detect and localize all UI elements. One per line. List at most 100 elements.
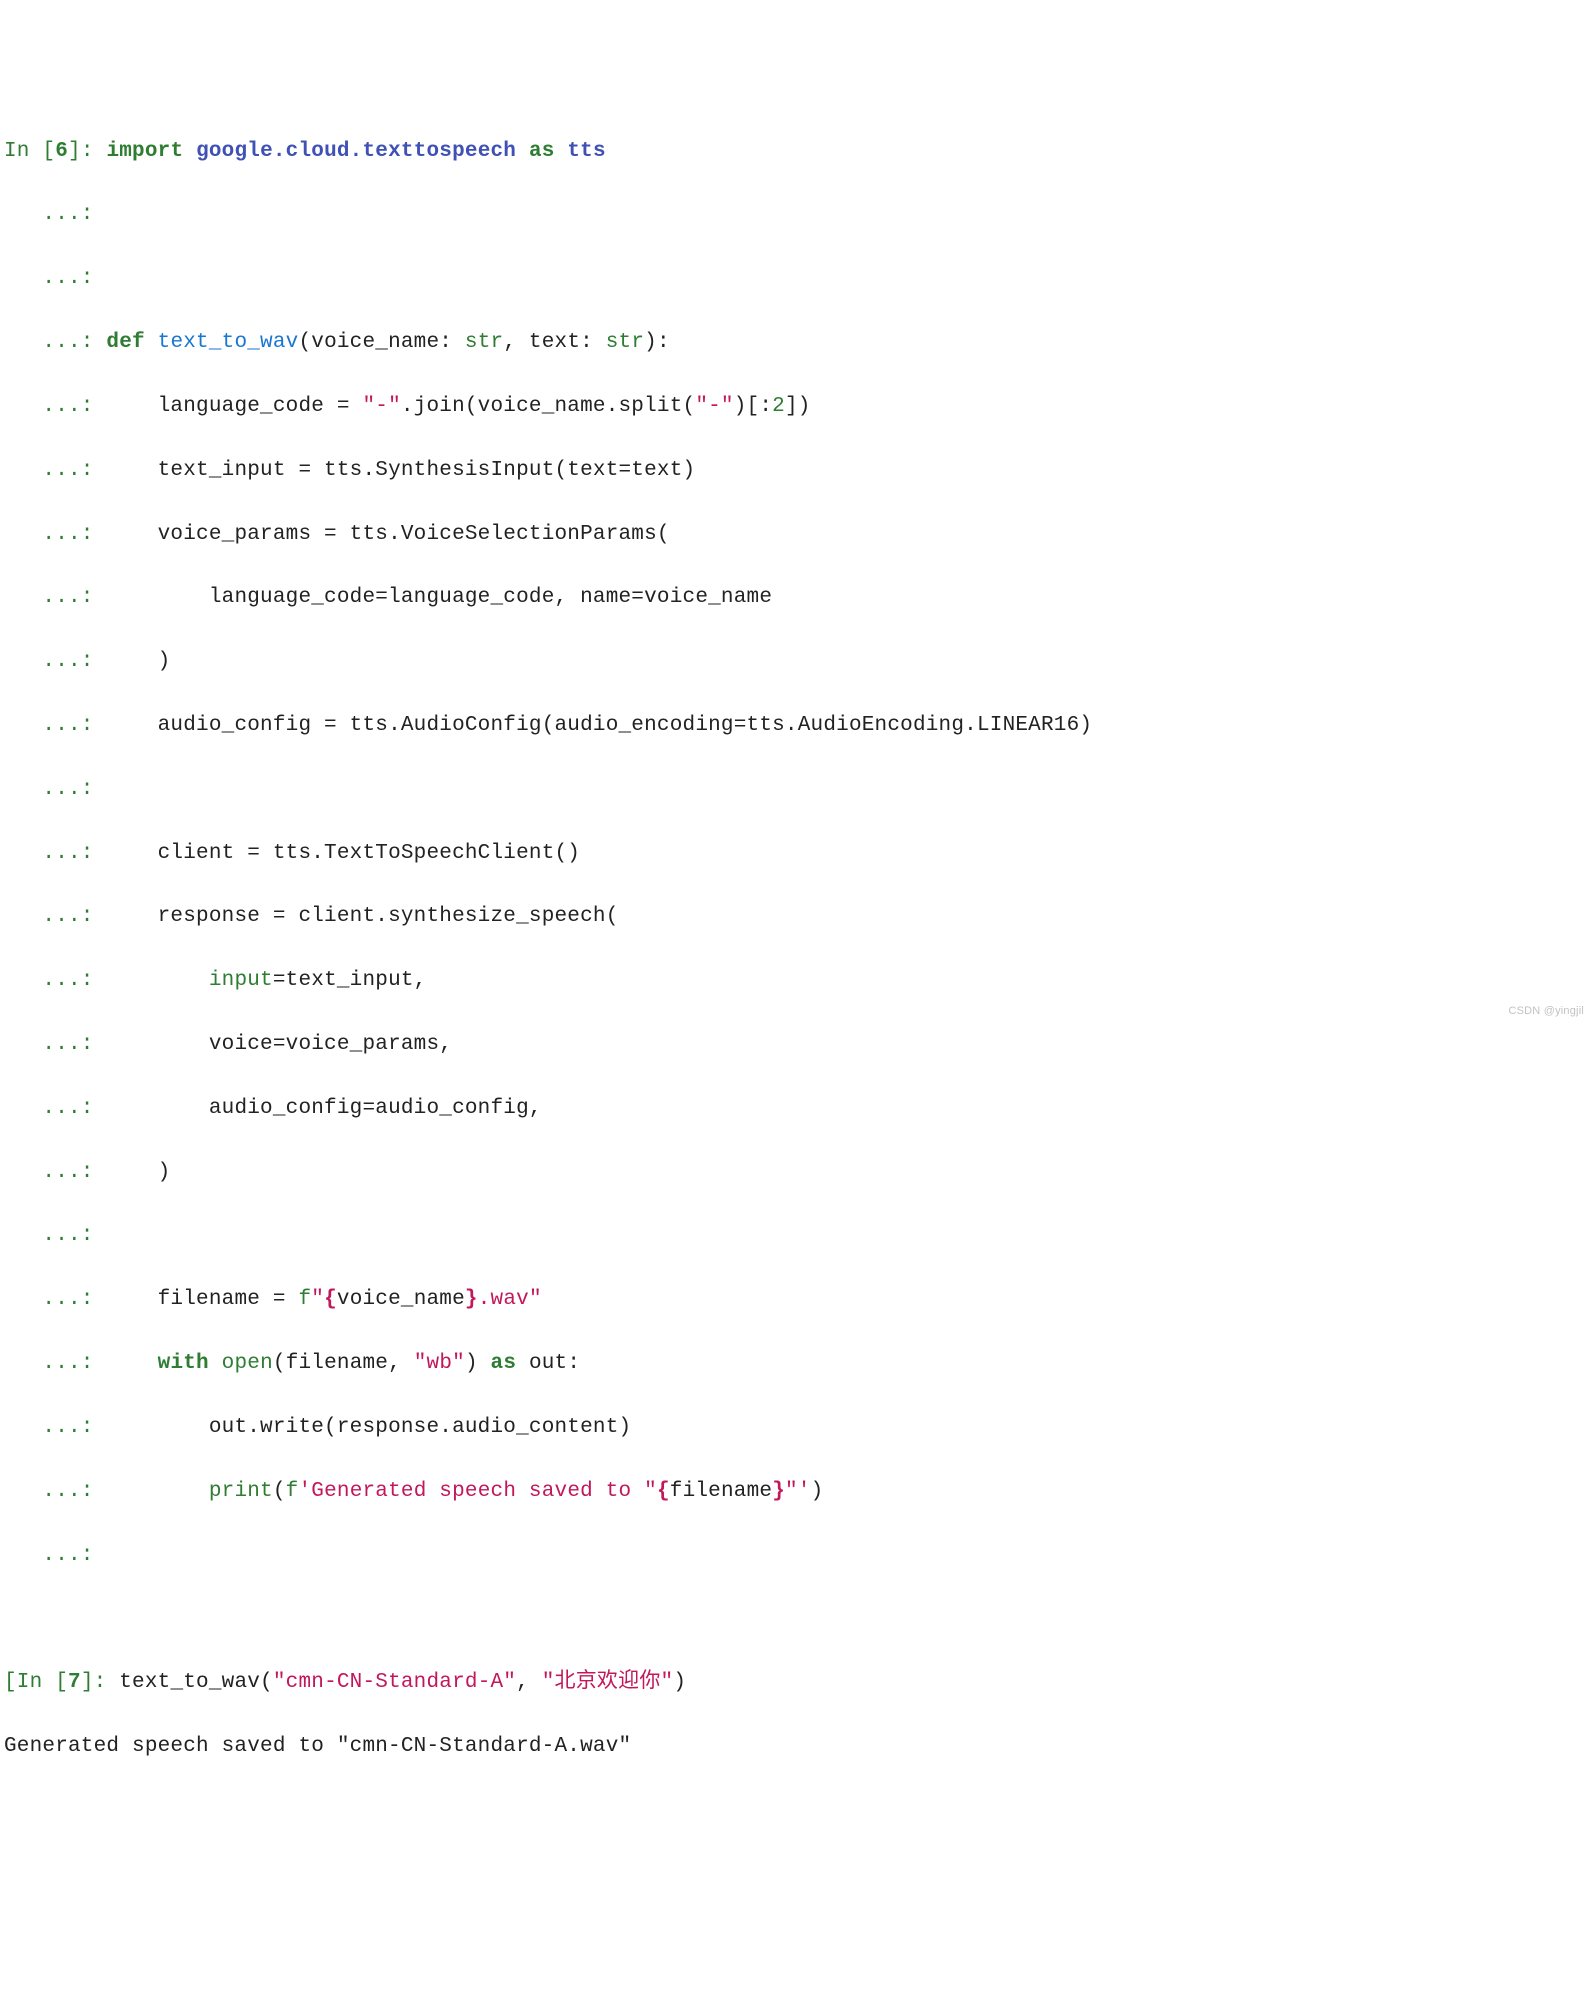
fstring-var: voice_name [337, 1288, 465, 1311]
keyword-import: import [106, 140, 183, 163]
string-part2: "' [785, 1480, 811, 1503]
fstring-brace-close: } [772, 1480, 785, 1503]
code-line-17: ...: ) [4, 1157, 1588, 1189]
type-annotation: str [606, 331, 644, 354]
output-line: Generated speech saved to "cmn-CN-Standa… [4, 1731, 1588, 1763]
string-literal: "wb" [414, 1352, 465, 1375]
code-line-16: ...: audio_config=audio_config, [4, 1093, 1588, 1125]
keyword-as: as [529, 140, 555, 163]
prompt-continuation: ...: [4, 523, 106, 546]
code-text: filename = [106, 1288, 298, 1311]
space [555, 140, 568, 163]
code-line-blank: ...: [4, 1540, 1588, 1572]
space [145, 331, 158, 354]
prompt-continuation: ...: [4, 1480, 106, 1503]
string-literal: "-" [695, 395, 733, 418]
prompt-continuation: ...: [4, 969, 106, 992]
code-line-1: In [6]: import google.cloud.texttospeech… [4, 136, 1588, 168]
prompt-continuation: ...: [4, 778, 106, 801]
string-part1: 'Generated speech saved to " [298, 1480, 656, 1503]
fstring-brace-open: { [657, 1480, 670, 1503]
prompt-close: ]: [81, 1671, 119, 1694]
prompt-continuation: ...: [4, 1033, 106, 1056]
prompt-continuation: ...: [4, 905, 106, 928]
keyword-as: as [491, 1352, 517, 1375]
code-line-7: ...: voice_params = tts.VoiceSelectionPa… [4, 519, 1588, 551]
builtin-print: print [209, 1480, 273, 1503]
code-text: audio_config = tts.AudioConfig(audio_enc… [106, 714, 1092, 737]
type-annotation: str [465, 331, 503, 354]
builtin-open: open [222, 1352, 273, 1375]
args-open: (filename, [273, 1352, 414, 1375]
code-line-cell7: [In [7]: text_to_wav("cmn-CN-Standard-A"… [4, 1667, 1588, 1699]
paren-close: ) [811, 1480, 824, 1503]
code-text: )[: [734, 395, 772, 418]
code-text: voice_params = tts.VoiceSelectionParams( [106, 523, 669, 546]
code-line-22: ...: print(f'Generated speech saved to "… [4, 1476, 1588, 1508]
signature-open: (voice_name: [298, 331, 464, 354]
keyword-with: with [158, 1352, 209, 1375]
prompt-number: 6 [55, 140, 68, 163]
string-open: " [311, 1288, 324, 1311]
space [209, 1352, 222, 1375]
prompt-continuation: ...: [4, 267, 106, 290]
code-text: ) [106, 650, 170, 673]
code-text: client = tts.TextToSpeechClient() [106, 842, 580, 865]
alias-name: tts [567, 140, 605, 163]
prompt-continuation: ...: [4, 203, 106, 226]
code-line-5: ...: language_code = "-".join(voice_name… [4, 391, 1588, 423]
prompt-continuation: ...: [4, 1097, 106, 1120]
keyword-def: def [106, 331, 144, 354]
space [183, 140, 196, 163]
code-text [106, 969, 208, 992]
code-text: language_code=language_code, name=voice_… [106, 586, 772, 609]
code-text: ) [106, 1161, 170, 1184]
code-line-def: ...: def text_to_wav(voice_name: str, te… [4, 327, 1588, 359]
watermark-text: CSDN @yingjil [1508, 1005, 1584, 1017]
code-text: ]) [785, 395, 811, 418]
code-text: =text_input, [273, 969, 427, 992]
number-literal: 2 [772, 395, 785, 418]
function-name: text_to_wav [158, 331, 299, 354]
code-line-12: ...: client = tts.TextToSpeechClient() [4, 838, 1588, 870]
code-line-20: ...: with open(filename, "wb") as out: [4, 1348, 1588, 1380]
module-name: google.cloud.texttospeech [196, 140, 516, 163]
indent [106, 1352, 157, 1375]
signature-mid: , text: [503, 331, 605, 354]
args-close: ) [465, 1352, 491, 1375]
code-text: .join(voice_name.split( [401, 395, 695, 418]
prompt-in: [In [ [4, 1671, 68, 1694]
paren-open: ( [273, 1480, 286, 1503]
prompt-continuation: ...: [4, 459, 106, 482]
prompt-continuation: ...: [4, 842, 106, 865]
code-text: out.write(response.audio_content) [106, 1416, 631, 1439]
call-head: text_to_wav( [119, 1671, 273, 1694]
prompt-continuation: ...: [4, 331, 106, 354]
indent [106, 1480, 208, 1503]
string-literal: "-" [362, 395, 400, 418]
string-arg2: "北京欢迎你" [542, 1671, 674, 1694]
prompt-in: In [ [4, 140, 55, 163]
fstring-brace-close: } [465, 1288, 478, 1311]
code-text: language_code = [106, 395, 362, 418]
code-line-blank: ...: [4, 1220, 1588, 1252]
builtin-input: input [209, 969, 273, 992]
signature-close: ): [644, 331, 670, 354]
string-arg1: "cmn-CN-Standard-A" [273, 1671, 516, 1694]
prompt-continuation: ...: [4, 1161, 106, 1184]
watermark: CSDN @yingjil [1508, 1003, 1584, 1020]
prompt-continuation: ...: [4, 1352, 106, 1375]
call-tail: ) [673, 1671, 686, 1694]
prompt-continuation: ...: [4, 586, 106, 609]
prompt-continuation: ...: [4, 1416, 106, 1439]
separator: , [516, 1671, 542, 1694]
prompt-close: ]: [68, 140, 106, 163]
code-line-8: ...: language_code=language_code, name=v… [4, 582, 1588, 614]
code-text: text_input = tts.SynthesisInput(text=tex… [106, 459, 695, 482]
code-line-blank: ...: [4, 263, 1588, 295]
code-line-14: ...: input=text_input, [4, 965, 1588, 997]
prompt-continuation: ...: [4, 1224, 106, 1247]
code-line-blank: ...: [4, 774, 1588, 806]
prompt-continuation: ...: [4, 650, 106, 673]
code-text: response = client.synthesize_speech( [106, 905, 618, 928]
